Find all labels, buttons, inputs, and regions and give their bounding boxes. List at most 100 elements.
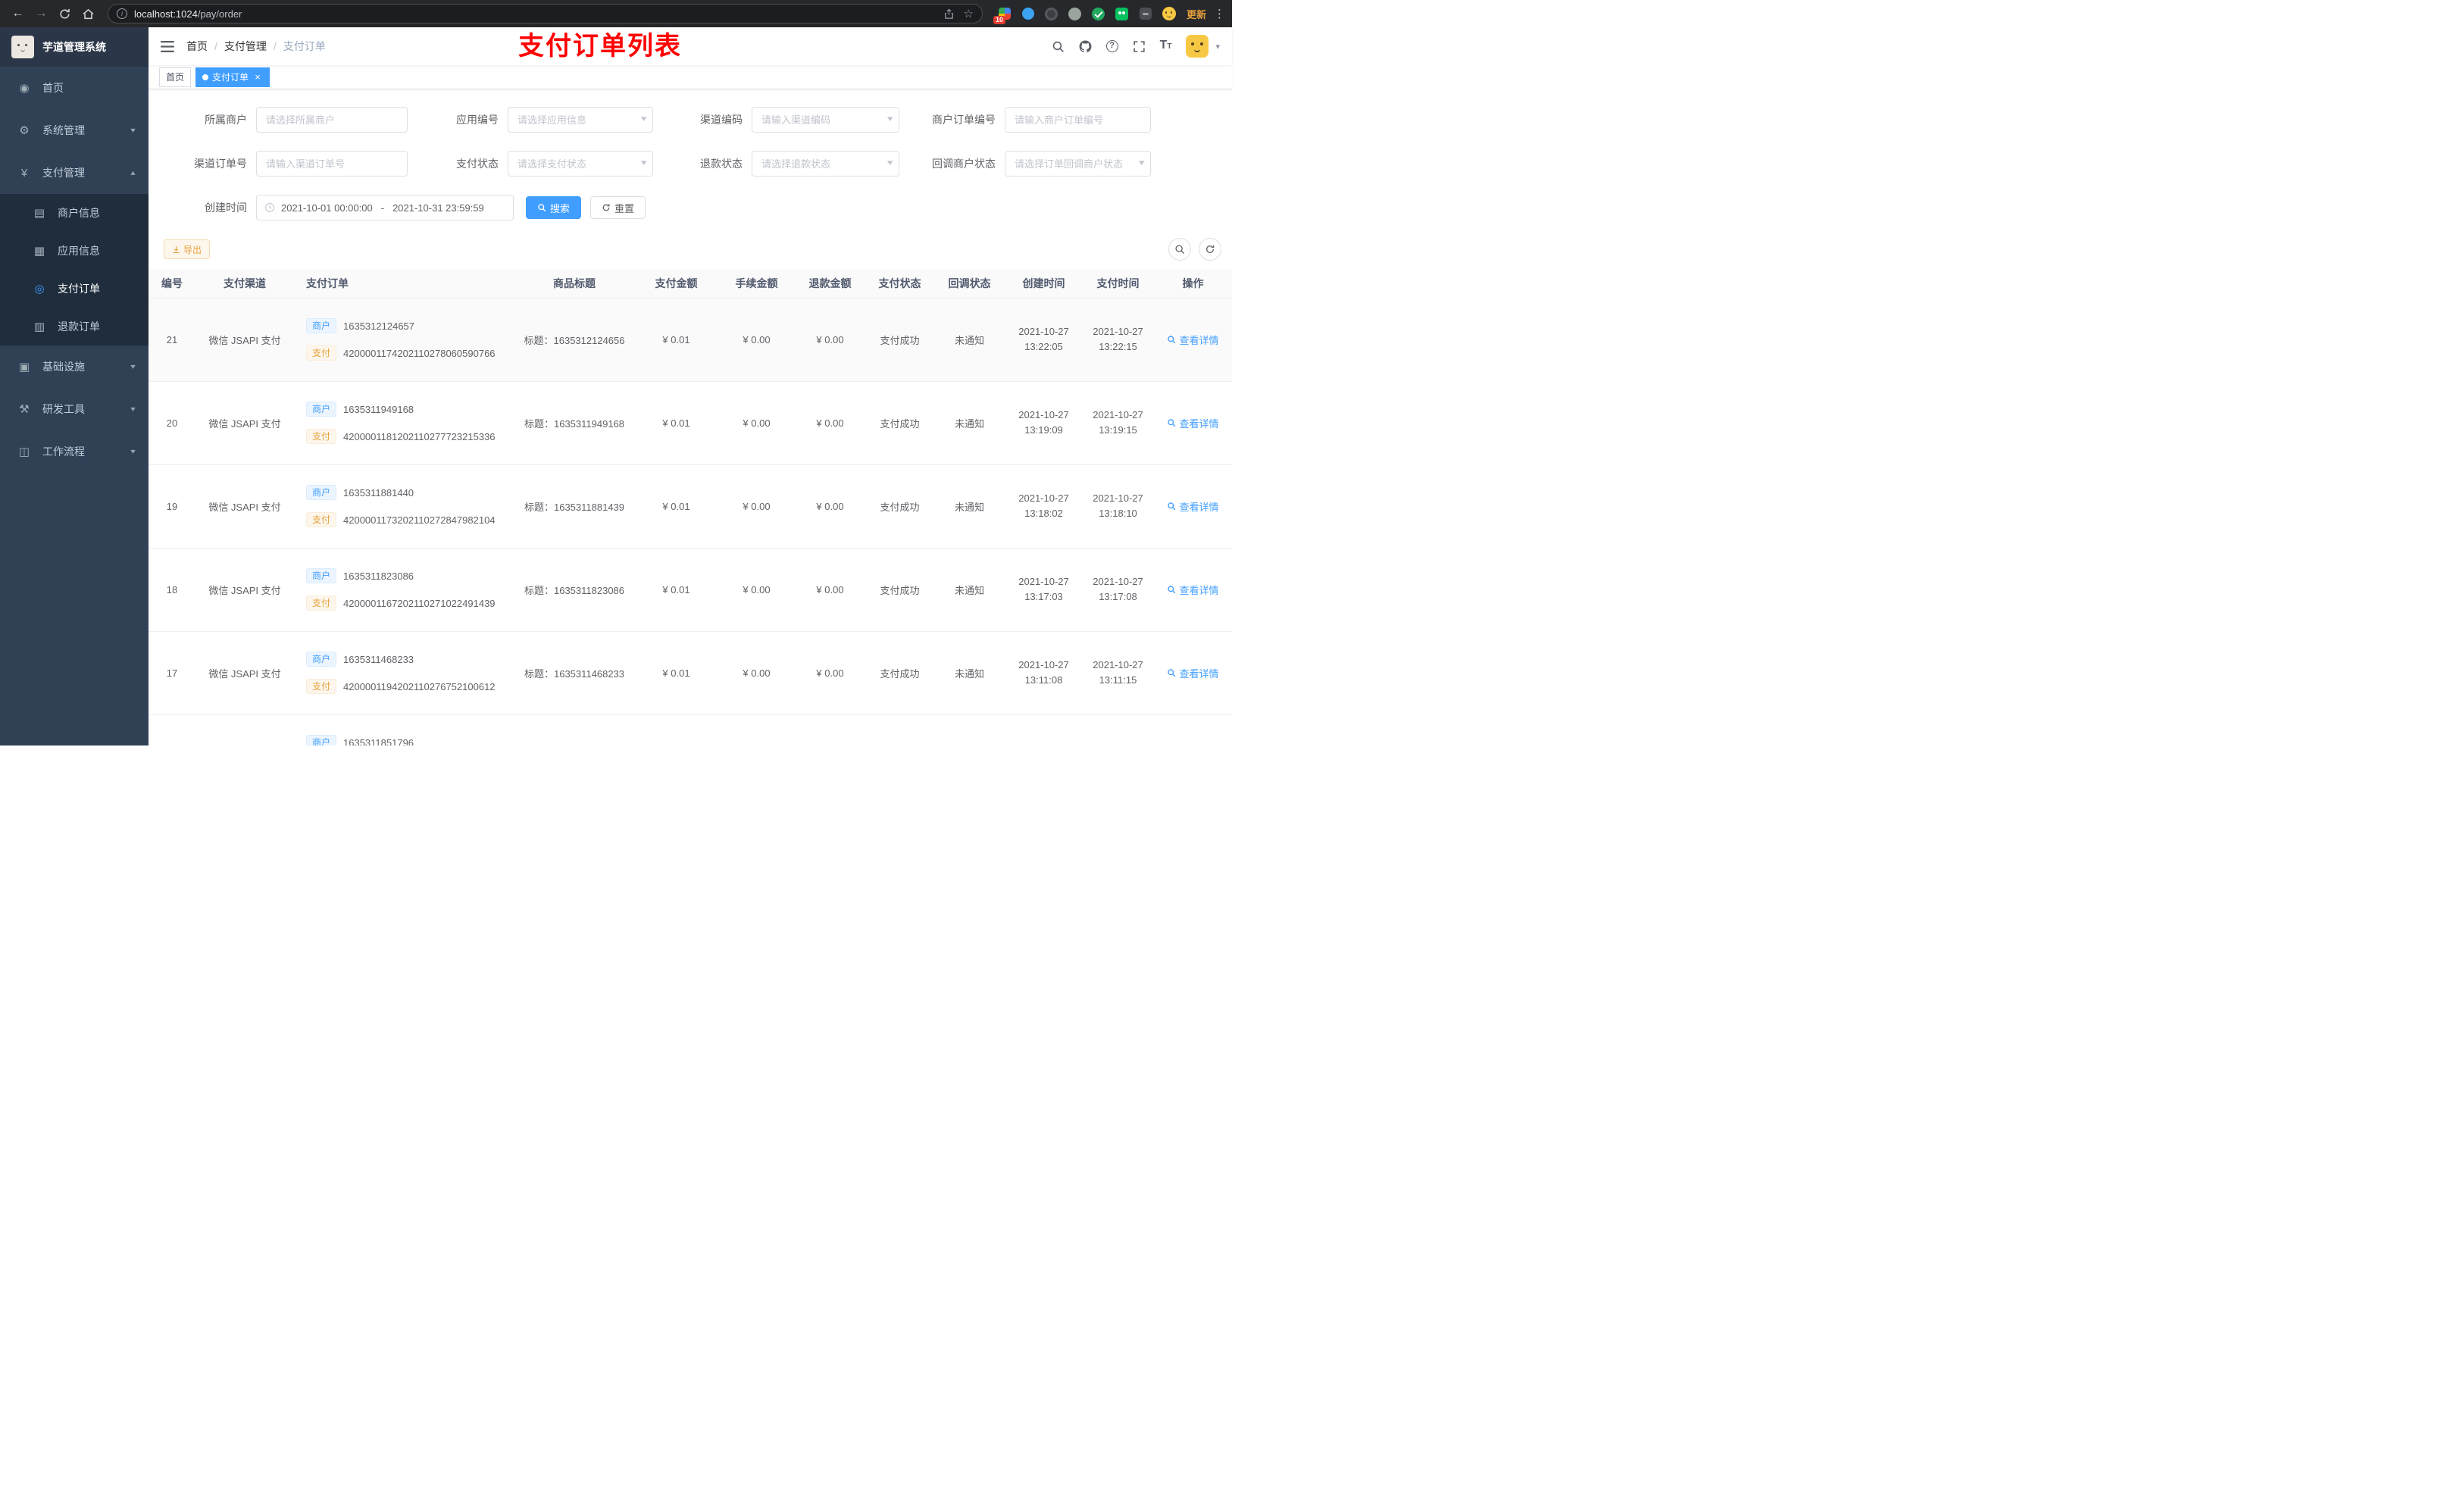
- sidebar-item-payment[interactable]: ¥ 支付管理 ▴: [0, 152, 149, 194]
- channel-code-filter-select[interactable]: [752, 107, 899, 133]
- view-detail-link[interactable]: 查看详情: [1167, 666, 1219, 680]
- pay-channel: 微信 JSAPI 支付: [208, 501, 281, 513]
- col-header-order: 支付订单: [294, 269, 515, 299]
- sidebar-item-devtools[interactable]: ⚒ 研发工具 ▾: [0, 388, 149, 430]
- fee-amount: ¥ 0.00: [743, 667, 771, 679]
- breadcrumb-home[interactable]: 首页: [186, 39, 208, 54]
- site-info-icon[interactable]: i: [117, 8, 127, 19]
- channel-order-no-filter-input[interactable]: [256, 151, 408, 177]
- refund-status-filter-select[interactable]: [752, 151, 899, 177]
- extension-gray-circle-icon[interactable]: [1068, 6, 1083, 21]
- col-header-title: 商品标题: [515, 269, 633, 299]
- chevron-up-icon: ▴: [130, 168, 136, 177]
- sidebar-item-app-info[interactable]: ▦ 应用信息: [0, 232, 149, 270]
- merchant-filter-input[interactable]: [256, 107, 408, 133]
- callback-status-filter-label: 回调商户状态: [932, 158, 996, 170]
- app-filter-select[interactable]: [508, 107, 653, 133]
- refresh-button[interactable]: [1199, 238, 1221, 261]
- callback-status-filter-select[interactable]: [1005, 151, 1151, 177]
- browser-back-icon[interactable]: ←: [8, 4, 28, 24]
- hamburger-icon[interactable]: [149, 27, 186, 65]
- merchant-order-no-filter-input[interactable]: [1005, 107, 1151, 133]
- font-size-icon[interactable]: TT: [1160, 39, 1172, 53]
- sidebar-item-refund-order[interactable]: ▥ 退款订单: [0, 308, 149, 345]
- sidebar-item-merchant-info[interactable]: ▤ 商户信息: [0, 194, 149, 232]
- col-header-actions: 操作: [1154, 269, 1232, 299]
- breadcrumb-separator: /: [214, 40, 217, 52]
- browser-home-icon[interactable]: [78, 4, 98, 24]
- search-icon[interactable]: [1052, 40, 1065, 53]
- close-icon[interactable]: ×: [252, 71, 263, 83]
- bookmark-star-icon[interactable]: ☆: [964, 8, 974, 20]
- address-bar[interactable]: i localhost:1024/pay/order ☆: [108, 4, 983, 23]
- breadcrumb-separator: /: [273, 40, 277, 52]
- product-title: 标题：1635311949168: [524, 417, 625, 430]
- merchant-badge: 商户: [306, 652, 337, 667]
- refund-status-filter-label: 退款状态: [700, 158, 743, 170]
- table-body: 21 微信 JSAPI 支付 商户 1635312124657 支付 42000…: [149, 298, 1232, 746]
- app-filter-label: 应用编号: [456, 114, 499, 126]
- chevron-down-icon: ▾: [130, 405, 136, 414]
- export-button[interactable]: 导出: [164, 239, 211, 259]
- tools-icon: ⚒: [19, 403, 30, 416]
- table-row: 20 微信 JSAPI 支付 商户 1635311949168 支付 42000…: [149, 381, 1232, 465]
- github-icon[interactable]: [1079, 40, 1092, 53]
- view-detail-link[interactable]: 查看详情: [1167, 499, 1219, 514]
- sidebar-item-infra[interactable]: ▣ 基础设施 ▾: [0, 345, 149, 388]
- pay-status-filter-label: 支付状态: [456, 158, 499, 170]
- sidebar-logo[interactable]: 芋道管理系统: [0, 27, 149, 67]
- toggle-search-button[interactable]: [1168, 238, 1191, 261]
- breadcrumb-current: 支付订单: [283, 40, 326, 52]
- pay-amount: ¥ 0.01: [662, 667, 690, 679]
- pay-order-no: 4200001194202110276752100612: [343, 680, 496, 692]
- url-host: localhost:1024: [134, 8, 198, 20]
- sidebar-item-home[interactable]: ◉ 首页: [0, 67, 149, 109]
- chevron-down-icon[interactable]: ▾: [1215, 42, 1220, 52]
- extension-drop-icon[interactable]: [1021, 6, 1036, 21]
- create-time-range-picker[interactable]: 2021-10-01 00:00:00 - 2021-10-31 23:59:5…: [256, 195, 514, 220]
- pay-time-cell: 2021-10-27 13:22:15: [1082, 298, 1154, 382]
- sidebar-item-pay-order[interactable]: ◎ 支付订单: [0, 270, 149, 308]
- navbar: 首页 / 支付管理 / 支付订单 支付订单列表 ? TT ▾: [149, 27, 1232, 65]
- browser-menu-icon[interactable]: ⋮: [1214, 7, 1225, 20]
- logo-avatar: [11, 36, 34, 58]
- merchant-order-line: 商户 1635311851796: [306, 734, 515, 746]
- breadcrumb-pay[interactable]: 支付管理: [224, 39, 267, 54]
- extension-grid-icon[interactable]: 10: [993, 6, 1012, 24]
- avatar[interactable]: [1186, 35, 1209, 58]
- app-title: 芋道管理系统: [42, 41, 106, 53]
- extension-dark-circle-icon[interactable]: [1044, 6, 1059, 21]
- help-icon[interactable]: ?: [1105, 40, 1118, 52]
- gear-icon: ⚙: [19, 124, 30, 137]
- extension-emoji-icon[interactable]: [1162, 6, 1177, 21]
- browser-reload-icon[interactable]: [55, 4, 75, 24]
- pay-amount: ¥ 0.01: [662, 500, 690, 512]
- pay-time-cell: 2021-10-27 13:19:15: [1082, 381, 1154, 465]
- sidebar-item-system[interactable]: ⚙ 系统管理 ▾: [0, 109, 149, 152]
- browser-forward-icon[interactable]: →: [31, 4, 52, 24]
- share-icon[interactable]: [943, 8, 955, 20]
- fullscreen-icon[interactable]: [1133, 40, 1146, 53]
- merchant-order-no: 1635311881440: [343, 486, 414, 499]
- pay-status-filter-select[interactable]: [508, 151, 653, 177]
- extension-green-square-icon[interactable]: [1115, 6, 1130, 21]
- search-icon: [1168, 669, 1176, 677]
- col-header-pay-time: 支付时间: [1082, 269, 1154, 299]
- payment-submenu: ▤ 商户信息 ▦ 应用信息 ◎ 支付订单 ▥ 退款订单: [0, 194, 149, 345]
- sidebar-item-workflow[interactable]: ◫ 工作流程 ▾: [0, 430, 149, 473]
- view-detail-link[interactable]: 查看详情: [1167, 583, 1219, 597]
- tag-pay-order[interactable]: 支付订单 ×: [195, 67, 270, 87]
- col-header-id: 编号: [149, 269, 195, 299]
- tag-home[interactable]: 首页: [159, 67, 192, 87]
- view-detail-link[interactable]: 查看详情: [1167, 416, 1219, 430]
- pay-status: 支付成功: [880, 417, 920, 430]
- extension-dark-square-icon[interactable]: [1138, 6, 1153, 21]
- chevron-down-icon: ▾: [130, 362, 136, 371]
- search-button[interactable]: 搜索: [526, 196, 582, 219]
- reset-button[interactable]: 重置: [590, 196, 646, 219]
- browser-update-button[interactable]: 更新: [1187, 7, 1206, 21]
- extension-green-check-icon[interactable]: [1091, 6, 1106, 21]
- pay-badge: 支付: [306, 595, 337, 611]
- channel-code-filter-label: 渠道编码: [700, 114, 743, 126]
- view-detail-link[interactable]: 查看详情: [1167, 333, 1219, 347]
